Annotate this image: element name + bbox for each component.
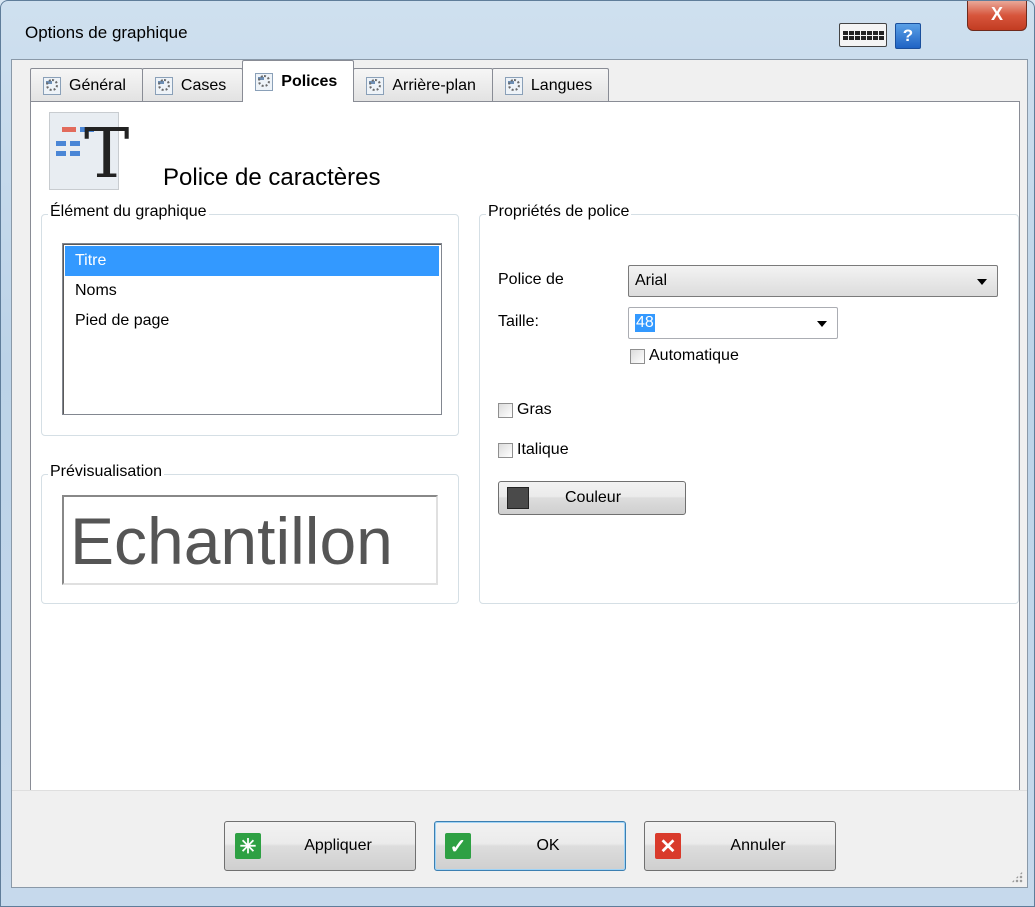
checkmark-icon: ✓ <box>445 833 471 859</box>
italic-checkbox[interactable]: Italique <box>498 441 569 459</box>
font-select-value: Arial <box>635 272 668 289</box>
italic-label: Italique <box>517 441 569 458</box>
tab-label: Cases <box>180 76 227 94</box>
color-swatch <box>507 487 529 509</box>
ok-button[interactable]: ✓ OK <box>434 821 626 871</box>
cancel-label: Annuler <box>730 837 786 854</box>
checkbox-box <box>498 402 513 418</box>
tab-langues[interactable]: Langues <box>491 68 610 102</box>
list-item-titre[interactable]: Titre <box>65 246 439 276</box>
resize-grip-icon[interactable] <box>1011 871 1023 883</box>
page-title: Police de caractères <box>163 164 381 191</box>
dialog-client-area: Général Cases Polices Arrière-plan Langu… <box>11 59 1028 888</box>
preview-group: Prévisualisation Echantillon <box>41 463 459 604</box>
automatique-label: Automatique <box>649 347 739 364</box>
help-icon[interactable]: ? <box>895 23 921 49</box>
preview-sample-text: Echantillon <box>70 504 393 578</box>
tab-cases[interactable]: Cases <box>141 68 244 102</box>
checkbox-box <box>498 442 513 458</box>
font-properties-legend: Propriétés de police <box>486 203 632 221</box>
bold-checkbox[interactable]: Gras <box>498 401 552 419</box>
window-title: Options de graphique <box>25 23 188 42</box>
close-x-icon: ✕ <box>655 833 681 859</box>
dialog-footer: ✳ Appliquer ✓ OK ✕ Annuler <box>12 790 1027 887</box>
list-item-noms[interactable]: Noms <box>65 276 439 306</box>
close-button[interactable]: X <box>967 1 1027 31</box>
size-combobox[interactable]: 48 <box>628 307 838 339</box>
tab-strip: Général Cases Polices Arrière-plan Langu… <box>30 60 610 102</box>
tab-label: Langues <box>530 76 593 94</box>
font-label: Police de <box>498 271 564 288</box>
tab-polices[interactable]: Polices <box>242 60 355 102</box>
tab-panel-polices: T Police de caractères Élément du graphi… <box>30 101 1020 791</box>
automatique-checkbox[interactable]: Automatique <box>630 347 739 365</box>
tab-arriere-plan[interactable]: Arrière-plan <box>353 68 493 102</box>
font-preview: Echantillon <box>62 495 438 585</box>
bold-label: Gras <box>517 401 552 418</box>
checkbox-box <box>630 348 645 364</box>
color-button[interactable]: Couleur <box>498 481 686 515</box>
preview-group-legend: Prévisualisation <box>48 463 165 481</box>
font-chart-icon: T <box>49 112 129 190</box>
size-value: 48 <box>635 314 655 332</box>
color-button-label: Couleur <box>564 489 622 506</box>
settings-page-icon <box>154 76 173 95</box>
element-group: Élément du graphique Titre Noms Pied de … <box>41 203 459 436</box>
tab-label: Général <box>69 76 126 94</box>
font-properties-group: Propriétés de police Police de Arial Tai… <box>479 203 1019 604</box>
apply-sparkle-icon: ✳ <box>235 833 261 859</box>
tab-label: Arrière-plan <box>392 76 476 94</box>
title-bar[interactable]: Options de graphique ? X <box>1 1 1035 59</box>
element-group-legend: Élément du graphique <box>48 203 209 221</box>
size-label: Taille: <box>498 313 539 330</box>
font-select[interactable]: Arial <box>628 265 998 297</box>
settings-page-icon <box>43 76 61 95</box>
list-item-pied-de-page[interactable]: Pied de page <box>65 306 439 336</box>
chevron-down-icon <box>817 321 827 327</box>
apply-label: Appliquer <box>304 837 372 854</box>
ok-label: OK <box>536 837 560 854</box>
apply-button[interactable]: ✳ Appliquer <box>224 821 416 871</box>
settings-page-icon <box>504 76 523 95</box>
dialog-window: Options de graphique ? X Général Cases P… <box>0 0 1035 907</box>
tab-label: Polices <box>281 72 338 90</box>
tab-general[interactable]: Général <box>30 68 143 102</box>
keyboard-icon[interactable] <box>839 23 887 47</box>
settings-page-icon <box>255 72 274 91</box>
cancel-button[interactable]: ✕ Annuler <box>644 821 836 871</box>
settings-page-icon <box>366 76 385 95</box>
element-listbox[interactable]: Titre Noms Pied de page <box>62 243 442 415</box>
chevron-down-icon <box>977 279 987 285</box>
